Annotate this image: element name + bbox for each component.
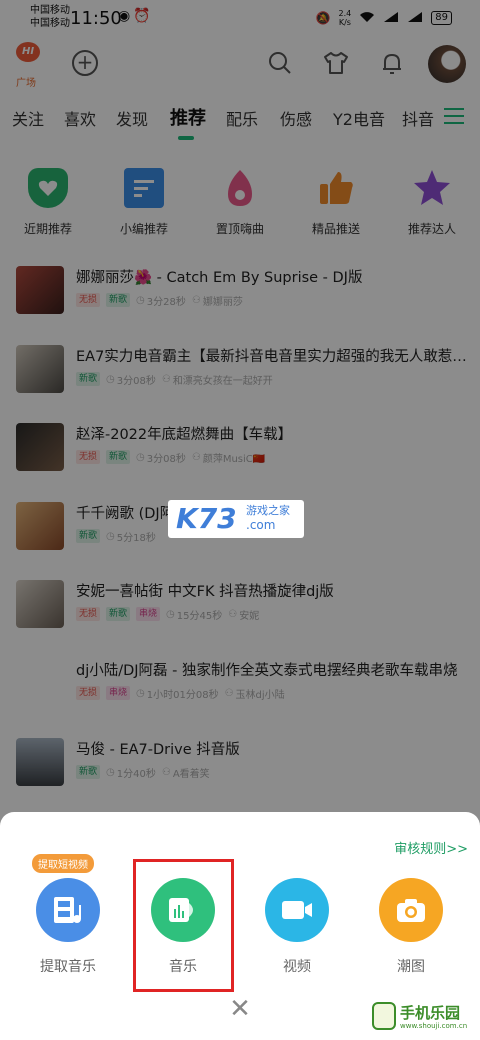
- extract-music-action[interactable]: 提取短视频 提取音乐: [32, 854, 100, 976]
- trending-image-action[interactable]: 潮图: [379, 878, 443, 976]
- watermark-com: .com: [246, 518, 276, 532]
- close-icon[interactable]: ✕: [228, 996, 252, 1022]
- review-rules-link[interactable]: 审核规则>>: [394, 838, 468, 857]
- camera-icon: [379, 878, 443, 942]
- film-music-icon: [36, 878, 100, 942]
- shouji-watermark: 手机乐园 www.shouji.com.cn: [370, 998, 474, 1034]
- watermark-cn: 游戏之家: [246, 504, 290, 517]
- watermark-logo-text: K73: [176, 502, 237, 535]
- action-label: 视频: [283, 959, 311, 975]
- watermark-site-url: www.shouji.com.cn: [400, 1022, 468, 1030]
- video-action[interactable]: 视频: [265, 878, 329, 976]
- watermark-site-name: 手机乐园: [400, 1004, 461, 1022]
- k73-watermark: K73 游戏之家 .com: [168, 500, 304, 538]
- watermark-phone-icon: [372, 1002, 396, 1030]
- music-highlight-box: [133, 859, 234, 992]
- video-camera-icon: [265, 878, 329, 942]
- extract-video-badge: 提取短视频: [32, 854, 94, 873]
- action-label: 潮图: [397, 959, 425, 975]
- action-label: 提取音乐: [40, 959, 96, 975]
